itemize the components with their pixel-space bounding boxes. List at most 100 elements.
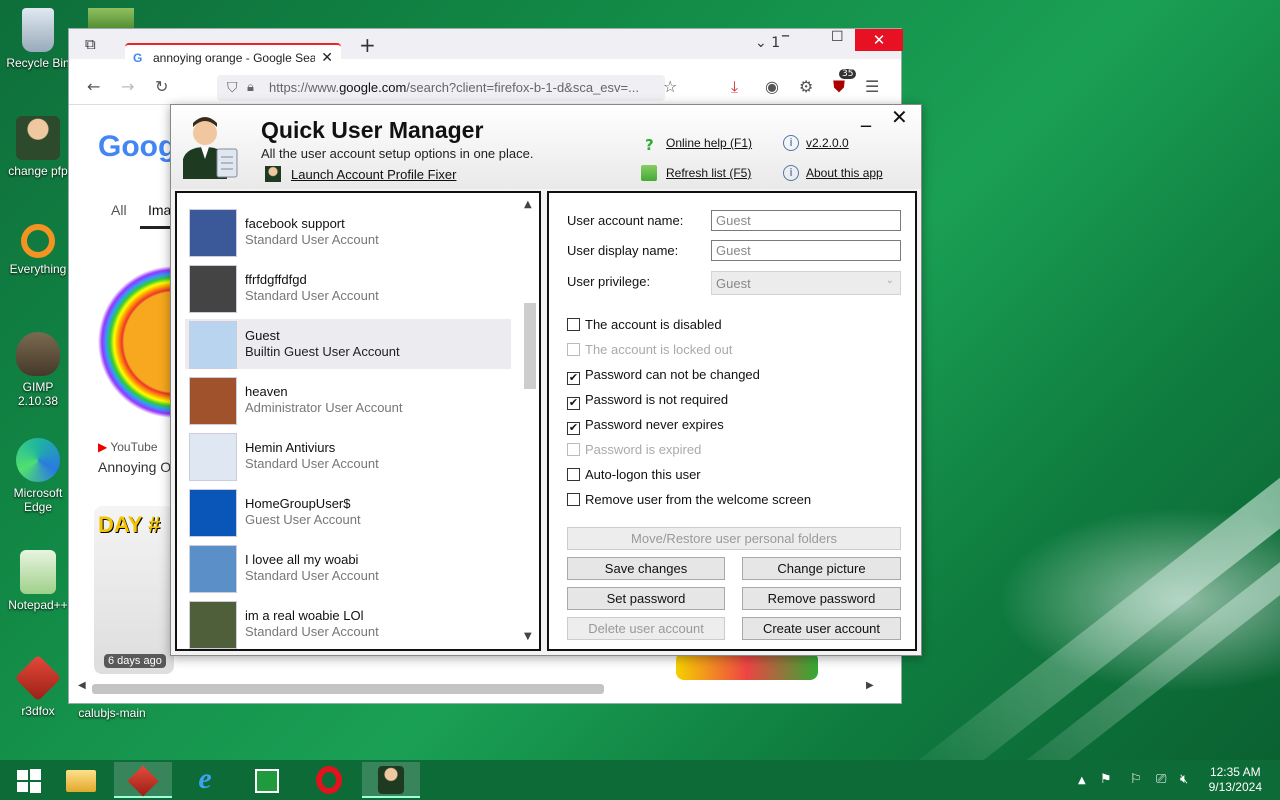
app-close-button[interactable]: ✕ bbox=[891, 105, 908, 129]
change-picture-button[interactable]: Change picture bbox=[742, 557, 901, 580]
action-center-flag-icon[interactable]: ⚐ bbox=[1130, 772, 1142, 787]
taskbar-opera[interactable] bbox=[300, 762, 358, 798]
scroll-left-arrow[interactable]: ◀ bbox=[78, 680, 86, 691]
checkbox-box[interactable] bbox=[567, 343, 580, 356]
download-icon[interactable]: ⤓ bbox=[731, 77, 738, 97]
user-list-item[interactable]: HomeGroupUser$ Guest User Account bbox=[185, 487, 511, 537]
about-app-link[interactable]: About this app bbox=[806, 166, 883, 180]
bookmark-star-icon[interactable]: ☆ bbox=[663, 77, 677, 96]
save-changes-button[interactable]: Save changes bbox=[567, 557, 725, 580]
network-icon[interactable]: ⎚ bbox=[1156, 772, 1166, 787]
horizontal-scrollbar-thumb[interactable] bbox=[92, 684, 604, 694]
user-list-item[interactable]: I lovee all my woabi Standard User Accoun… bbox=[185, 543, 511, 593]
remove-password-button[interactable]: Remove password bbox=[742, 587, 901, 610]
browser-tab-active[interactable]: G annoying orange - Google Search ✕ bbox=[125, 43, 341, 73]
taskbar-store[interactable] bbox=[238, 762, 296, 798]
tab-overview-icon[interactable]: ⧉ bbox=[85, 35, 96, 53]
set-password-button[interactable]: Set password bbox=[567, 587, 725, 610]
checkbox-box[interactable] bbox=[567, 318, 580, 331]
taskbar-internet-explorer[interactable]: e bbox=[176, 762, 234, 798]
account-name-input[interactable]: Guest bbox=[711, 210, 901, 231]
privilege-select[interactable]: Guest ⌄ bbox=[711, 271, 901, 295]
checkbox-box[interactable] bbox=[567, 468, 580, 481]
taskbar-quick-user-manager[interactable] bbox=[362, 762, 420, 798]
version-link[interactable]: v2.2.0.0 bbox=[806, 136, 849, 150]
start-button[interactable] bbox=[0, 762, 58, 798]
desktop-icon-edge[interactable]: Microsoft Edge bbox=[2, 438, 74, 514]
url-bar[interactable]: ⛉ 🔒︎ https://www.google.com/search?clien… bbox=[217, 75, 665, 101]
result-thumbnail[interactable] bbox=[94, 254, 174, 430]
app-minimize-button[interactable]: _ bbox=[861, 103, 871, 127]
horizontal-scrollbar[interactable]: ◀ ▶ bbox=[78, 680, 878, 696]
launch-profile-fixer-link[interactable]: Launch Account Profile Fixer bbox=[291, 167, 456, 182]
online-help-link[interactable]: Online help (F1) bbox=[666, 136, 752, 150]
account-icon[interactable]: ◉ bbox=[765, 77, 779, 96]
desktop-icon-everything[interactable]: Everything bbox=[2, 224, 74, 276]
desktop-icon-change-pfp[interactable]: change pfp bbox=[2, 116, 74, 178]
option-checkbox[interactable]: The account is locked out bbox=[567, 342, 732, 357]
tab-close-icon[interactable]: ✕ bbox=[321, 49, 333, 66]
scroll-down-arrow[interactable]: ▼ bbox=[524, 631, 532, 642]
user-list-item[interactable]: Guest Builtin Guest User Account bbox=[185, 319, 511, 369]
create-user-button[interactable]: Create user account bbox=[742, 617, 901, 640]
desktop-icon-notepadpp[interactable]: Notepad++ bbox=[2, 550, 74, 612]
desktop-icon-recycle-bin[interactable]: Recycle Bin bbox=[2, 8, 74, 70]
scroll-right-arrow[interactable]: ▶ bbox=[866, 680, 874, 691]
option-checkbox[interactable]: Remove user from the welcome screen bbox=[567, 492, 811, 507]
forward-button[interactable]: → bbox=[121, 77, 134, 96]
checkbox-box[interactable] bbox=[567, 443, 580, 456]
user-list-item[interactable]: heaven Administrator User Account bbox=[185, 375, 511, 425]
tray-overflow-icon[interactable]: ▲ bbox=[1078, 775, 1086, 786]
maximize-button[interactable]: ☐ bbox=[831, 29, 844, 45]
back-button[interactable]: ← bbox=[87, 77, 100, 96]
result-thumbnail[interactable] bbox=[676, 652, 818, 680]
option-checkbox[interactable]: ✔ Password never expires bbox=[567, 417, 724, 435]
user-list-item[interactable]: facebook support Standard User Account bbox=[185, 207, 511, 257]
user-list-item[interactable]: im a real woabie LOl Standard User Accoun… bbox=[185, 599, 511, 649]
option-checkbox[interactable]: ✔ Password is not required bbox=[567, 392, 728, 410]
user-list[interactable]: facebook support Standard User Account ffr… bbox=[175, 191, 541, 651]
taskbar-clock[interactable]: 12:35 AM 9/13/2024 bbox=[1209, 765, 1262, 795]
result-thumbnail[interactable]: DAY # 6 days ago bbox=[94, 506, 174, 674]
checkmark-icon[interactable]: ✔ bbox=[567, 372, 580, 385]
scroll-up-arrow[interactable]: ▲ bbox=[524, 199, 532, 210]
display-name-input[interactable]: Guest bbox=[711, 240, 901, 261]
close-button[interactable]: ✕ bbox=[855, 29, 903, 51]
taskbar-r3dfox[interactable] bbox=[114, 762, 172, 798]
user-avatar bbox=[189, 209, 237, 257]
checkbox-box[interactable] bbox=[567, 493, 580, 506]
reload-button[interactable]: ↻ bbox=[155, 77, 168, 96]
new-tab-button[interactable]: + bbox=[359, 33, 376, 57]
user-list-item[interactable]: ffrfdgffdfgd Standard User Account bbox=[185, 263, 511, 313]
taskbar-file-explorer[interactable] bbox=[52, 762, 110, 798]
shield-icon[interactable]: ⛉ bbox=[227, 79, 238, 96]
clock-date: 9/13/2024 bbox=[1208, 780, 1262, 794]
user-list-scrollbar-thumb[interactable] bbox=[524, 303, 536, 389]
tray-app-icon[interactable]: ⚑ bbox=[1100, 772, 1112, 787]
tab-list-button[interactable]: ⌄ 1 bbox=[755, 35, 780, 51]
option-checkbox[interactable]: Password is expired bbox=[567, 442, 701, 457]
result-title[interactable]: Annoying O bbox=[98, 459, 171, 475]
option-checkbox[interactable]: ✔ Password can not be changed bbox=[567, 367, 760, 385]
extensions-icon[interactable]: ⚙ bbox=[799, 77, 813, 96]
checkmark-icon[interactable]: ✔ bbox=[567, 422, 580, 435]
google-logo[interactable]: Goog bbox=[98, 130, 176, 164]
nav-tab-all[interactable]: All bbox=[111, 202, 127, 218]
nav-tab-images[interactable]: Ima bbox=[148, 202, 171, 218]
option-checkbox[interactable]: The account is disabled bbox=[567, 317, 722, 332]
desktop-icon-gimp[interactable]: GIMP 2.10.38 bbox=[2, 332, 74, 408]
user-list-item[interactable]: Hemin Antiviurs Standard User Account bbox=[185, 431, 511, 481]
option-checkbox[interactable]: Auto-logon this user bbox=[567, 467, 701, 482]
desktop-icon-r3dfox[interactable]: r3dfox bbox=[2, 654, 74, 718]
checkmark-icon[interactable]: ✔ bbox=[567, 397, 580, 410]
lock-icon[interactable]: 🔒︎ bbox=[247, 79, 254, 95]
desktop-icon-calubjs[interactable]: calubjs-main bbox=[76, 706, 148, 720]
user-list-scrollbar[interactable]: ▲ ▼ bbox=[521, 199, 537, 643]
menu-icon[interactable]: ☰ bbox=[865, 77, 879, 96]
ublock-icon[interactable]: ⛊ bbox=[833, 77, 845, 97]
volume-muted-icon[interactable]: 🔇︎ bbox=[1180, 772, 1188, 787]
refresh-list-link[interactable]: Refresh list (F5) bbox=[666, 166, 751, 180]
move-restore-folders-button[interactable]: Move/Restore user personal folders bbox=[567, 527, 901, 550]
delete-user-button[interactable]: Delete user account bbox=[567, 617, 725, 640]
minimize-button[interactable]: – bbox=[781, 25, 790, 46]
